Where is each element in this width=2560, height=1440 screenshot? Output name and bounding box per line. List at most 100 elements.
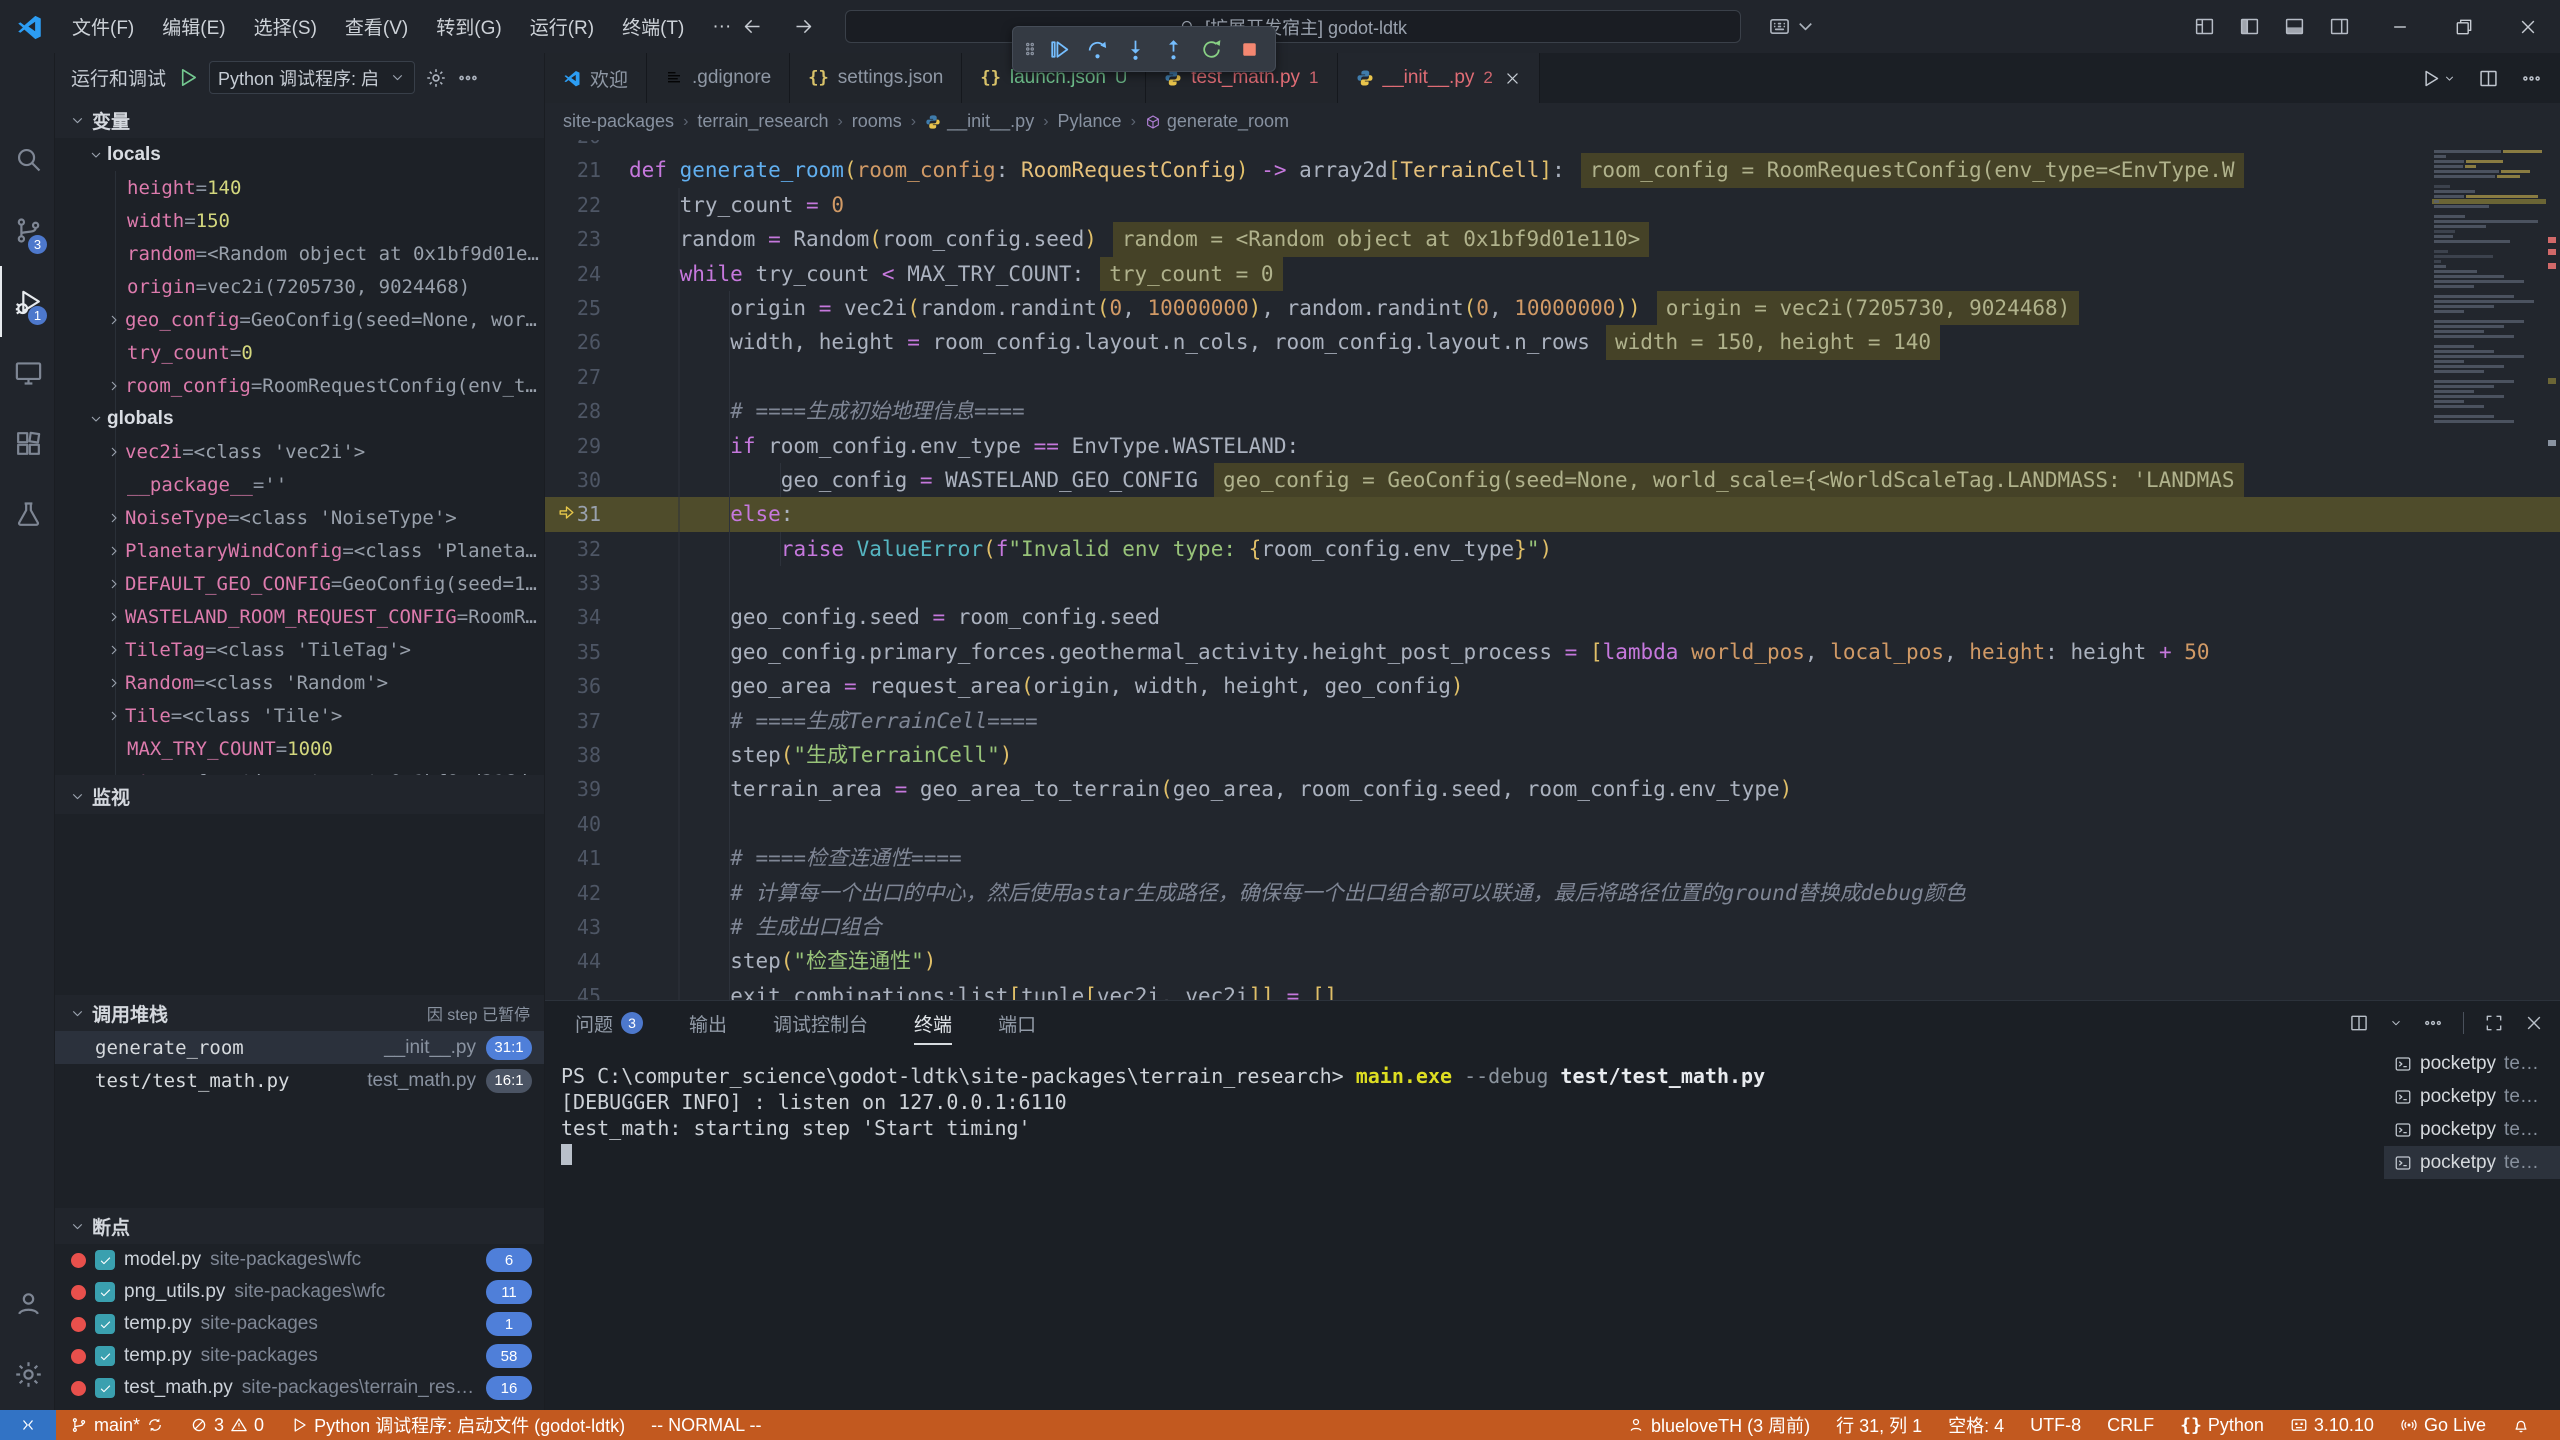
- variable-row[interactable]: step = <function step at 0x1bf9cd216d…: [55, 765, 544, 775]
- variable-row[interactable]: width = 150: [55, 204, 544, 237]
- variable-row[interactable]: origin = vec2i(7205730, 9024468): [55, 270, 544, 303]
- terminal-list-item[interactable]: pocketpyte…: [2384, 1047, 2560, 1080]
- minimize-button[interactable]: [2368, 0, 2432, 53]
- variables-section-header[interactable]: 变量: [55, 102, 544, 138]
- code-line-23[interactable]: 23random = Random(room_config.seed)rando…: [545, 222, 2560, 256]
- breakpoint-checkbox[interactable]: [95, 1250, 115, 1270]
- breadcrumb-item[interactable]: Pylance: [1058, 111, 1122, 132]
- toggle-secondary-sidebar-icon[interactable]: [2329, 16, 2350, 37]
- code-line-42[interactable]: 42# 计算每一个出口的中心，然后使用astar生成路径，确保每一个出口组合都可…: [545, 876, 2560, 910]
- code-line-22[interactable]: 22try_count = 0: [545, 188, 2560, 222]
- menu-item-4[interactable]: 转到(G): [422, 0, 515, 53]
- drag-handle-icon[interactable]: [1021, 39, 1039, 59]
- git-blame[interactable]: blueloveTH (3 周前): [1627, 1412, 1810, 1438]
- panel-tab-调试控制台[interactable]: 调试控制台: [773, 1001, 868, 1045]
- code-line-45[interactable]: 45exit_combinations:list[tuple[vec2i, ve…: [545, 979, 2560, 1000]
- notifications[interactable]: [2512, 1416, 2530, 1434]
- debug-stop-button[interactable]: [1231, 30, 1267, 68]
- split-terminal-icon[interactable]: [2349, 1013, 2369, 1033]
- menu-item-2[interactable]: 选择(S): [240, 0, 331, 53]
- language-mode[interactable]: {}Python: [2180, 1415, 2264, 1436]
- customize-layout-icon[interactable]: [2194, 16, 2215, 37]
- code-line-39[interactable]: 39terrain_area = geo_area_to_terrain(geo…: [545, 772, 2560, 806]
- tab--[interactable]: 欢迎: [545, 53, 647, 103]
- chevron-down-icon[interactable]: [85, 147, 107, 163]
- interpreter[interactable]: 3.10.10: [2290, 1415, 2374, 1436]
- chevron-down-icon[interactable]: [85, 411, 107, 427]
- toggle-primary-sidebar-icon[interactable]: [2239, 16, 2260, 37]
- code-line-34[interactable]: 34geo_config.seed = room_config.seed: [545, 600, 2560, 634]
- code-line-32[interactable]: 32raise ValueError(f"Invalid env type: {…: [545, 532, 2560, 566]
- code-line-27[interactable]: 27: [545, 360, 2560, 394]
- debug-restart-button[interactable]: [1193, 30, 1229, 68]
- tab-__init__-py[interactable]: __init__.py2: [1338, 53, 1540, 103]
- breakpoint-checkbox[interactable]: [95, 1314, 115, 1334]
- watch-section-header[interactable]: 监视: [55, 778, 544, 814]
- close-icon[interactable]: [1504, 70, 1521, 87]
- call-stack-section-header[interactable]: 调用堆栈 因 step 已暂停: [55, 995, 544, 1031]
- breakpoints-section-header[interactable]: 断点: [55, 1208, 544, 1244]
- chevron-right-icon[interactable]: [103, 543, 125, 559]
- code-line-41[interactable]: 41# ====检查连通性====: [545, 841, 2560, 875]
- launch-config-select[interactable]: Python 调试程序: 启: [209, 61, 415, 94]
- code-editor[interactable]: 2021def generate_room(room_config: RoomR…: [545, 140, 2560, 1000]
- more-actions-icon[interactable]: [2423, 1013, 2443, 1033]
- breakpoint-row[interactable]: test_math.pysite-packages\terrain_res…16: [55, 1372, 544, 1404]
- code-line-30[interactable]: 30geo_config = WASTELAND_GEO_CONFIGgeo_c…: [545, 463, 2560, 497]
- breakpoint-checkbox[interactable]: [95, 1378, 115, 1398]
- panel-tab-输出[interactable]: 输出: [689, 1001, 727, 1045]
- code-line-25[interactable]: 25origin = vec2i(random.randint(0, 10000…: [545, 291, 2560, 325]
- indentation[interactable]: 空格: 4: [1948, 1412, 2004, 1438]
- code-line-33[interactable]: 33: [545, 566, 2560, 600]
- code-line-44[interactable]: 44step("检查连通性"): [545, 944, 2560, 978]
- vim-mode[interactable]: -- NORMAL --: [651, 1415, 761, 1436]
- variable-row[interactable]: WASTELAND_ROOM_REQUEST_CONFIG = RoomR…: [55, 600, 544, 633]
- breadcrumb-item[interactable]: __init__.py: [925, 111, 1034, 132]
- activity-explorer[interactable]: [0, 53, 54, 124]
- code-line-35[interactable]: 35geo_config.primary_forces.geothermal_a…: [545, 635, 2560, 669]
- more-actions-icon[interactable]: [2521, 68, 2542, 89]
- activity-remote-explorer[interactable]: [0, 337, 54, 408]
- code-line-28[interactable]: 28# ====生成初始地理信息====: [545, 394, 2560, 428]
- code-line-31[interactable]: 31else:: [545, 497, 2560, 531]
- variable-row[interactable]: try_count = 0: [55, 336, 544, 369]
- debug-step-out-button[interactable]: [1155, 30, 1191, 68]
- breakpoint-row[interactable]: temp.pysite-packages1: [55, 1308, 544, 1340]
- command-center-search[interactable]: [扩展开发宿主] godot-ldtk: [845, 10, 1741, 43]
- run-file-button[interactable]: [2420, 68, 2456, 89]
- stack-frame[interactable]: test/test_math.pytest_math.py16:1: [55, 1064, 544, 1097]
- variable-row[interactable]: __package__ = '': [55, 468, 544, 501]
- chevron-right-icon[interactable]: [103, 675, 125, 691]
- variable-row[interactable]: MAX_TRY_COUNT = 1000: [55, 732, 544, 765]
- code-line-20[interactable]: 20: [545, 140, 2560, 153]
- debug-step-into-button[interactable]: [1117, 30, 1153, 68]
- code-line-24[interactable]: 24while try_count < MAX_TRY_COUNT:try_co…: [545, 257, 2560, 291]
- close-button[interactable]: [2496, 0, 2560, 53]
- variable-row[interactable]: Random = <class 'Random'>: [55, 666, 544, 699]
- debug-session[interactable]: Python 调试程序: 启动文件 (godot-ldtk): [290, 1412, 625, 1438]
- chevron-right-icon[interactable]: [103, 378, 125, 394]
- close-panel-icon[interactable]: [2524, 1013, 2544, 1033]
- chevron-right-icon[interactable]: [103, 444, 125, 460]
- split-editor-icon[interactable]: [2478, 68, 2499, 89]
- code-line-37[interactable]: 37# ====生成TerrainCell====: [545, 704, 2560, 738]
- menu-item-5[interactable]: 运行(R): [516, 0, 608, 53]
- chevron-right-icon[interactable]: [103, 312, 125, 328]
- breadcrumb-item[interactable]: terrain_research: [697, 111, 828, 132]
- activity-extensions[interactable]: [0, 408, 54, 479]
- back-arrow-icon[interactable]: [742, 16, 763, 37]
- tab--gdignore[interactable]: .gdignore: [647, 53, 790, 103]
- menu-item-6[interactable]: 终端(T): [608, 0, 698, 53]
- code-line-26[interactable]: 26width, height = room_config.layout.n_c…: [545, 325, 2560, 359]
- activity-source-control[interactable]: 3: [0, 195, 54, 266]
- git-branch[interactable]: main*: [70, 1415, 164, 1436]
- code-line-29[interactable]: 29if room_config.env_type == EnvType.WAS…: [545, 429, 2560, 463]
- variable-row[interactable]: random = <Random object at 0x1bf9d01e…: [55, 237, 544, 270]
- code-line-40[interactable]: 40: [545, 807, 2560, 841]
- go-live[interactable]: Go Live: [2400, 1415, 2486, 1436]
- menu-item-0[interactable]: 文件(F): [58, 0, 148, 53]
- activity-settings[interactable]: [0, 1339, 54, 1410]
- breadcrumb-item[interactable]: rooms: [852, 111, 902, 132]
- forward-arrow-icon[interactable]: [793, 16, 814, 37]
- chevron-right-icon[interactable]: [103, 576, 125, 592]
